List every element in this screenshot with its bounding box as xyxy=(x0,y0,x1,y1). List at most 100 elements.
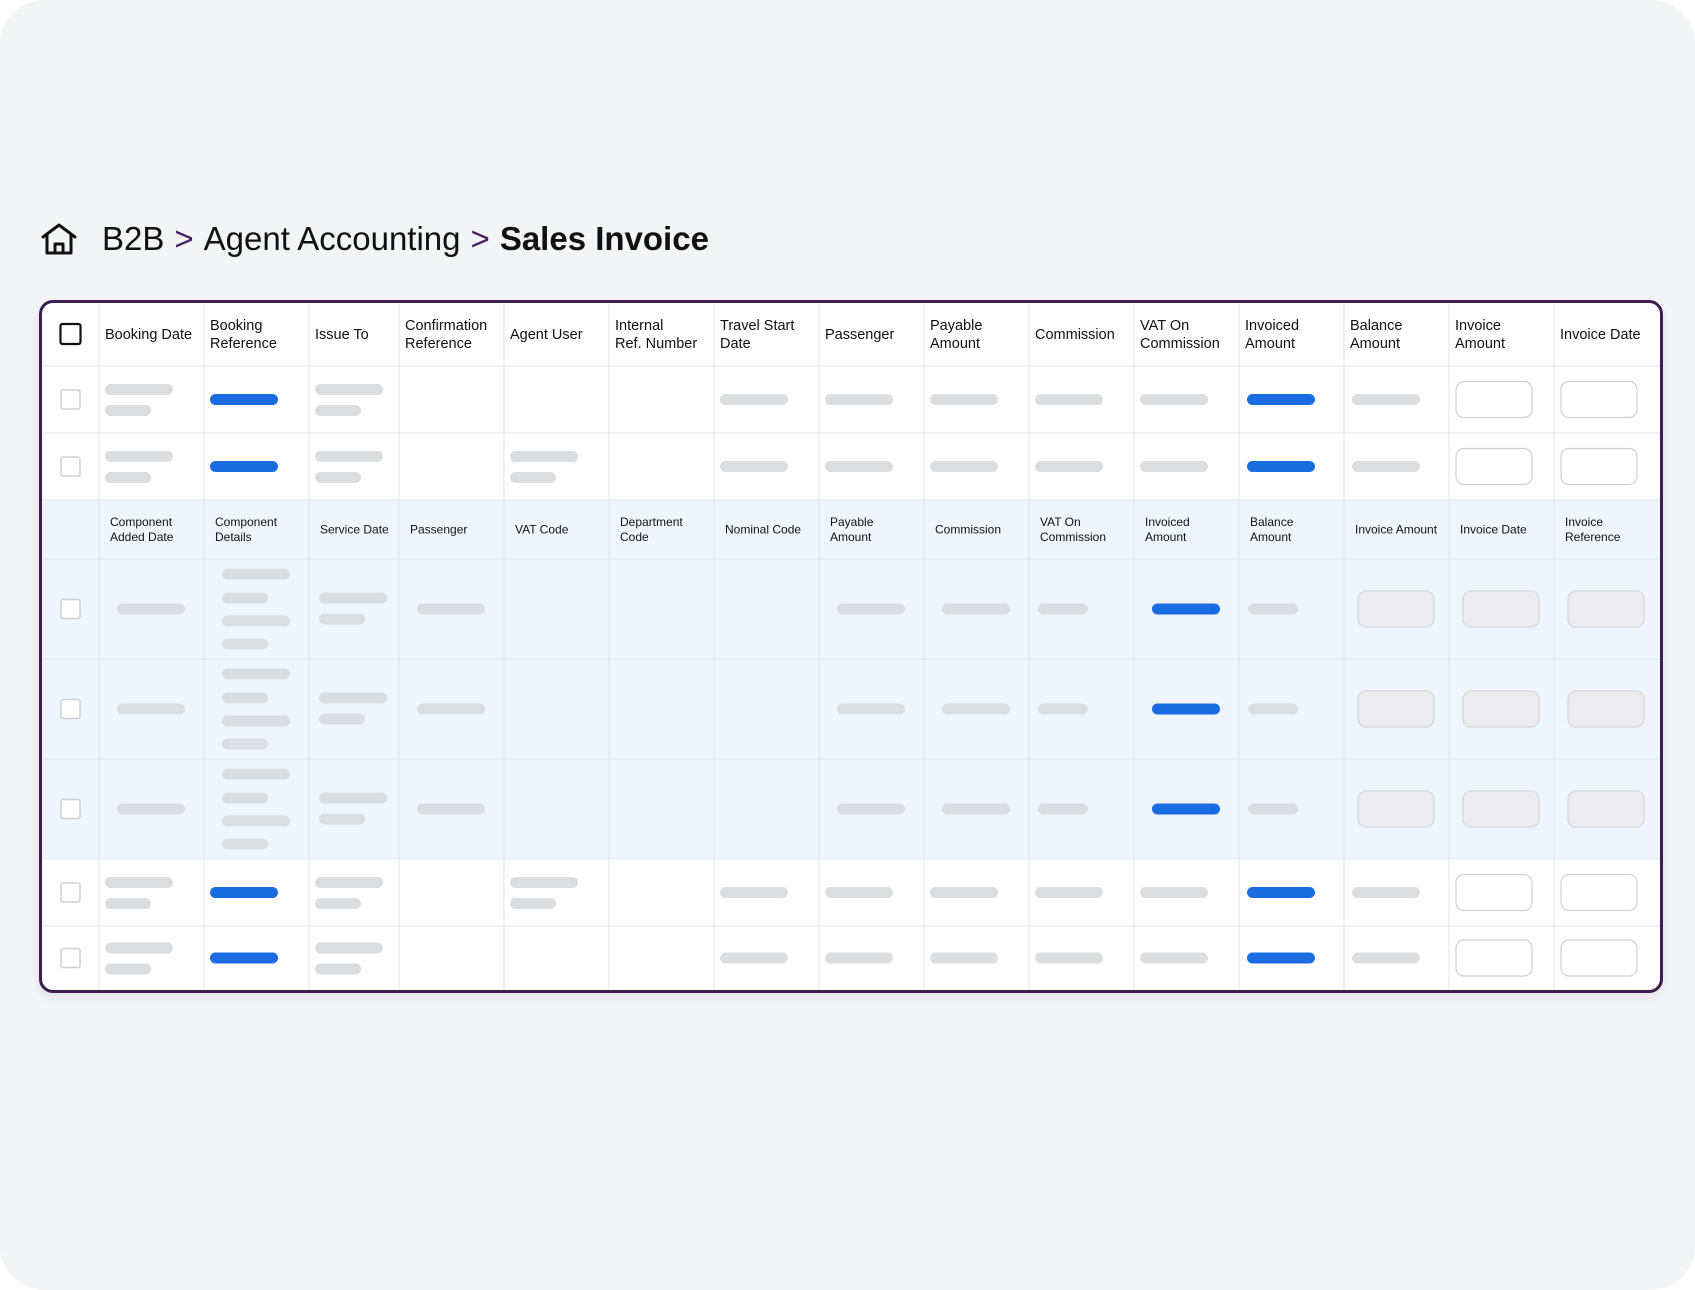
placeholder-bar xyxy=(1248,603,1298,615)
placeholder-bar xyxy=(222,638,268,650)
row-checkbox[interactable] xyxy=(60,947,81,969)
invoice-amount-field[interactable] xyxy=(1357,590,1435,628)
placeholder-bar xyxy=(117,803,185,815)
placeholder-bar xyxy=(222,738,268,750)
breadcrumb-item-agent-accounting[interactable]: Agent Accounting xyxy=(204,220,461,258)
placeholder-bar xyxy=(315,405,361,416)
placeholder-bar xyxy=(319,692,387,704)
invoice-reference-field[interactable] xyxy=(1567,590,1645,628)
placeholder-bar xyxy=(105,384,173,395)
column-header: VAT On Commission xyxy=(1140,318,1220,352)
placeholder-bar xyxy=(510,451,578,462)
component-checkbox[interactable] xyxy=(60,798,81,820)
column-header: Invoice Amount xyxy=(1455,318,1505,352)
placeholder-bar xyxy=(315,963,361,975)
placeholder-bar xyxy=(1140,887,1208,898)
column-header: Booking Reference xyxy=(210,318,277,352)
invoice-date-input[interactable] xyxy=(1560,380,1638,419)
invoice-date-input[interactable] xyxy=(1560,447,1638,486)
placeholder-bar xyxy=(930,887,998,898)
column-header: Confirmation Reference xyxy=(405,318,487,352)
breadcrumb: B2B > Agent Accounting > Sales Invoice xyxy=(40,214,709,264)
placeholder-bar xyxy=(510,877,578,888)
breadcrumb-separator: > xyxy=(470,220,490,257)
placeholder-bar xyxy=(1352,952,1420,964)
placeholder-bar xyxy=(1140,952,1208,964)
invoiced-amount-link xyxy=(1247,461,1315,472)
placeholder-bar xyxy=(1035,952,1103,964)
breadcrumb-item-b2b[interactable]: B2B xyxy=(102,220,164,258)
sub-column-header: Service Date xyxy=(320,523,389,537)
invoice-amount-input[interactable] xyxy=(1455,873,1533,912)
placeholder-bar xyxy=(417,803,485,815)
row-checkbox[interactable] xyxy=(60,882,81,903)
placeholder-bar xyxy=(1352,887,1420,898)
placeholder-bar xyxy=(720,887,788,898)
column-header: Invoiced Amount xyxy=(1245,318,1299,352)
placeholder-bar xyxy=(1352,394,1420,405)
invoice-date-field[interactable] xyxy=(1462,590,1540,628)
column-header: Travel Start Date xyxy=(720,318,794,352)
column-header: Invoice Date xyxy=(1560,327,1641,343)
placeholder-bar xyxy=(315,451,383,462)
invoice-date-field[interactable] xyxy=(1462,790,1540,828)
invoice-amount-input[interactable] xyxy=(1455,380,1533,419)
placeholder-bar xyxy=(417,703,485,715)
row-checkbox[interactable] xyxy=(60,389,81,410)
invoice-reference-field[interactable] xyxy=(1567,690,1645,728)
page-canvas: B2B > Agent Accounting > Sales Invoice B… xyxy=(0,0,1695,1290)
placeholder-bar xyxy=(222,838,268,850)
placeholder-bar xyxy=(222,792,268,804)
home-icon[interactable] xyxy=(40,222,78,256)
sub-column-header: VAT Code xyxy=(515,523,569,537)
invoice-amount-field[interactable] xyxy=(1357,690,1435,728)
invoice-amount-input[interactable] xyxy=(1455,939,1533,977)
invoiced-amount-link xyxy=(1152,603,1220,615)
placeholder-bar xyxy=(942,803,1010,815)
placeholder-bar xyxy=(222,815,290,827)
placeholder-bar xyxy=(837,803,905,815)
placeholder-bar xyxy=(319,613,365,625)
placeholder-bar xyxy=(1352,461,1420,472)
placeholder-bar xyxy=(1248,703,1298,715)
invoice-date-input[interactable] xyxy=(1560,873,1638,912)
placeholder-bar xyxy=(315,384,383,395)
invoice-amount-field[interactable] xyxy=(1357,790,1435,828)
booking-reference-link xyxy=(210,887,278,898)
placeholder-bar xyxy=(720,394,788,405)
invoice-date-input[interactable] xyxy=(1560,939,1638,977)
invoice-reference-field[interactable] xyxy=(1567,790,1645,828)
invoice-amount-input[interactable] xyxy=(1455,447,1533,486)
placeholder-bar xyxy=(1248,803,1298,815)
placeholder-bar xyxy=(105,405,151,416)
row-checkbox[interactable] xyxy=(60,456,81,477)
placeholder-bar xyxy=(825,952,893,964)
column-header: Payable Amount xyxy=(930,318,982,352)
component-checkbox[interactable] xyxy=(60,698,81,720)
placeholder-bar xyxy=(930,394,998,405)
placeholder-bar xyxy=(222,768,290,780)
placeholder-bar xyxy=(825,394,893,405)
sub-column-header: Payable Amount xyxy=(830,515,874,544)
invoiced-amount-link xyxy=(1247,887,1315,898)
placeholder-bar xyxy=(319,813,365,825)
placeholder-bar xyxy=(837,603,905,615)
placeholder-bar xyxy=(942,603,1010,615)
select-all-checkbox[interactable] xyxy=(59,322,82,346)
placeholder-bar xyxy=(105,898,151,909)
placeholder-bar xyxy=(117,603,185,615)
column-header: Agent User xyxy=(510,327,583,343)
placeholder-bar xyxy=(105,472,151,483)
placeholder-bar xyxy=(222,568,290,580)
invoiced-amount-link xyxy=(1152,803,1220,815)
placeholder-bar xyxy=(105,942,173,954)
invoice-date-field[interactable] xyxy=(1462,690,1540,728)
placeholder-bar xyxy=(105,963,151,975)
sub-column-header: Invoiced Amount xyxy=(1145,515,1190,544)
invoiced-amount-link xyxy=(1152,703,1220,715)
breadcrumb-separator: > xyxy=(174,220,194,257)
placeholder-bar xyxy=(720,952,788,964)
placeholder-bar xyxy=(1035,461,1103,472)
invoiced-amount-link xyxy=(1247,394,1315,405)
component-checkbox[interactable] xyxy=(60,598,81,620)
